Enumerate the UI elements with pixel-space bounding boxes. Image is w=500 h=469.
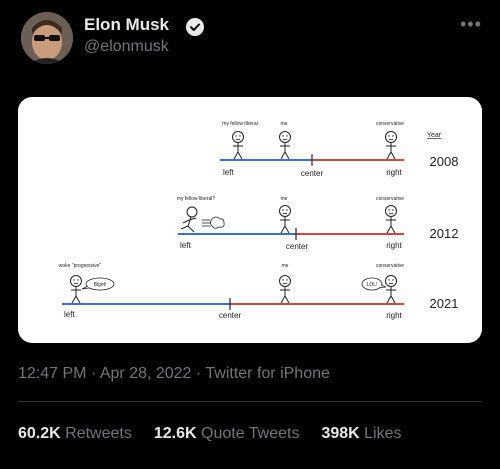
center-label: center bbox=[219, 311, 242, 320]
more-options-icon[interactable]: ••• bbox=[460, 14, 482, 35]
left-label: left bbox=[223, 168, 234, 177]
handle[interactable]: @elonmusk bbox=[84, 38, 169, 56]
tweet-image[interactable]: Year my fellow liberal me conservative l… bbox=[18, 97, 482, 343]
row-2012: my fellow liberal? me conservative left … bbox=[177, 196, 459, 251]
lol-speech-bubble: LOL! bbox=[361, 277, 387, 291]
center-label: center bbox=[301, 169, 324, 178]
year-2008: 2008 bbox=[430, 154, 459, 169]
right-label: right bbox=[386, 168, 402, 177]
divider bbox=[18, 401, 482, 402]
svg-text:LOL!: LOL! bbox=[367, 282, 378, 288]
retweets-label: Retweets bbox=[65, 425, 132, 442]
conservative-label: conservative bbox=[376, 263, 404, 269]
display-name[interactable]: Elon Musk bbox=[84, 15, 169, 35]
retweets-count: 60.2K bbox=[18, 425, 61, 442]
conservative-label: conservative bbox=[376, 121, 404, 127]
verified-badge-icon bbox=[185, 17, 205, 37]
quote-tweets-count: 12.6K bbox=[153, 425, 197, 442]
year-2012: 2012 bbox=[430, 226, 459, 241]
liberal-label: my fellow liberal bbox=[222, 121, 258, 127]
conservative-figure bbox=[385, 131, 397, 160]
year-header: Year bbox=[427, 132, 442, 139]
me-figure bbox=[279, 131, 291, 160]
tweet-stats: 60.2K Retweets 12.6K Quote Tweets 398K L… bbox=[18, 425, 424, 443]
right-label: right bbox=[386, 241, 402, 250]
conservative-label: conservative bbox=[376, 196, 404, 202]
me-figure bbox=[279, 275, 291, 304]
likes-label: Likes bbox=[364, 425, 402, 442]
left-label: left bbox=[64, 310, 75, 319]
svg-text:Bigot!: Bigot! bbox=[94, 282, 107, 288]
me-figure bbox=[279, 205, 291, 234]
row-2008: my fellow liberal me conservative left c… bbox=[220, 121, 458, 178]
tweet-date[interactable]: Apr 28, 2022 bbox=[100, 365, 192, 382]
likes-stat[interactable]: 398K Likes bbox=[321, 425, 401, 443]
liberal-label: woke "progressive" bbox=[59, 263, 102, 269]
left-label: left bbox=[180, 241, 191, 250]
conservative-figure bbox=[385, 205, 397, 234]
separator-dot: · bbox=[195, 365, 206, 382]
separator-dot: · bbox=[90, 365, 100, 382]
tweet-source[interactable]: Twitter for iPhone bbox=[205, 365, 330, 382]
tweet-meta: 12:47 PM · Apr 28, 2022 · Twitter for iP… bbox=[18, 365, 330, 383]
avatar[interactable] bbox=[21, 12, 73, 64]
retweets-stat[interactable]: 60.2K Retweets bbox=[18, 425, 132, 443]
liberal-figure bbox=[232, 131, 244, 160]
center-label: center bbox=[286, 242, 309, 251]
likes-count: 398K bbox=[321, 425, 360, 442]
liberal-label: my fellow liberal? bbox=[177, 196, 216, 202]
woke-figure bbox=[70, 275, 82, 304]
tweet-time[interactable]: 12:47 PM bbox=[18, 365, 86, 382]
right-label: right bbox=[386, 311, 402, 320]
me-label: me bbox=[281, 196, 288, 202]
quote-tweets-stat[interactable]: 12.6K Quote Tweets bbox=[154, 425, 300, 443]
me-label: me bbox=[281, 121, 288, 127]
me-label: me bbox=[282, 263, 289, 269]
conservative-figure bbox=[385, 275, 397, 304]
running-liberal-figure bbox=[180, 206, 225, 233]
quote-tweets-label: Quote Tweets bbox=[201, 425, 300, 442]
row-2021: woke "progressive" me conservative Bigot… bbox=[59, 263, 459, 320]
bigot-speech-bubble: Bigot! bbox=[81, 277, 115, 291]
year-2021: 2021 bbox=[430, 296, 459, 311]
